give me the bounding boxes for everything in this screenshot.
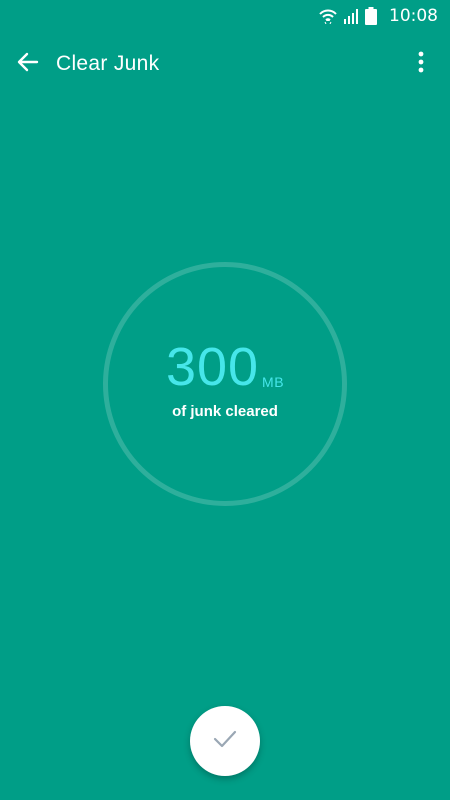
page-title: Clear Junk bbox=[56, 52, 160, 75]
back-button[interactable] bbox=[0, 36, 56, 92]
wifi-icon bbox=[319, 8, 337, 24]
done-button[interactable] bbox=[190, 706, 260, 776]
cleared-amount-value: 300 bbox=[165, 337, 260, 397]
status-bar: 10:08 bbox=[0, 0, 450, 32]
signal-icon bbox=[343, 8, 359, 24]
cleared-amount: 300 MB bbox=[0, 338, 450, 396]
cleared-amount-unit: MB bbox=[262, 374, 285, 390]
cleared-caption: of junk cleared bbox=[172, 403, 278, 420]
clock: 10:08 bbox=[389, 6, 438, 26]
check-icon bbox=[213, 729, 237, 754]
toolbar: Clear Junk bbox=[0, 32, 450, 96]
overflow-menu-button[interactable] bbox=[406, 48, 436, 80]
arrow-left-icon bbox=[16, 50, 40, 79]
battery-icon bbox=[365, 7, 377, 25]
more-vertical-icon bbox=[418, 51, 424, 78]
